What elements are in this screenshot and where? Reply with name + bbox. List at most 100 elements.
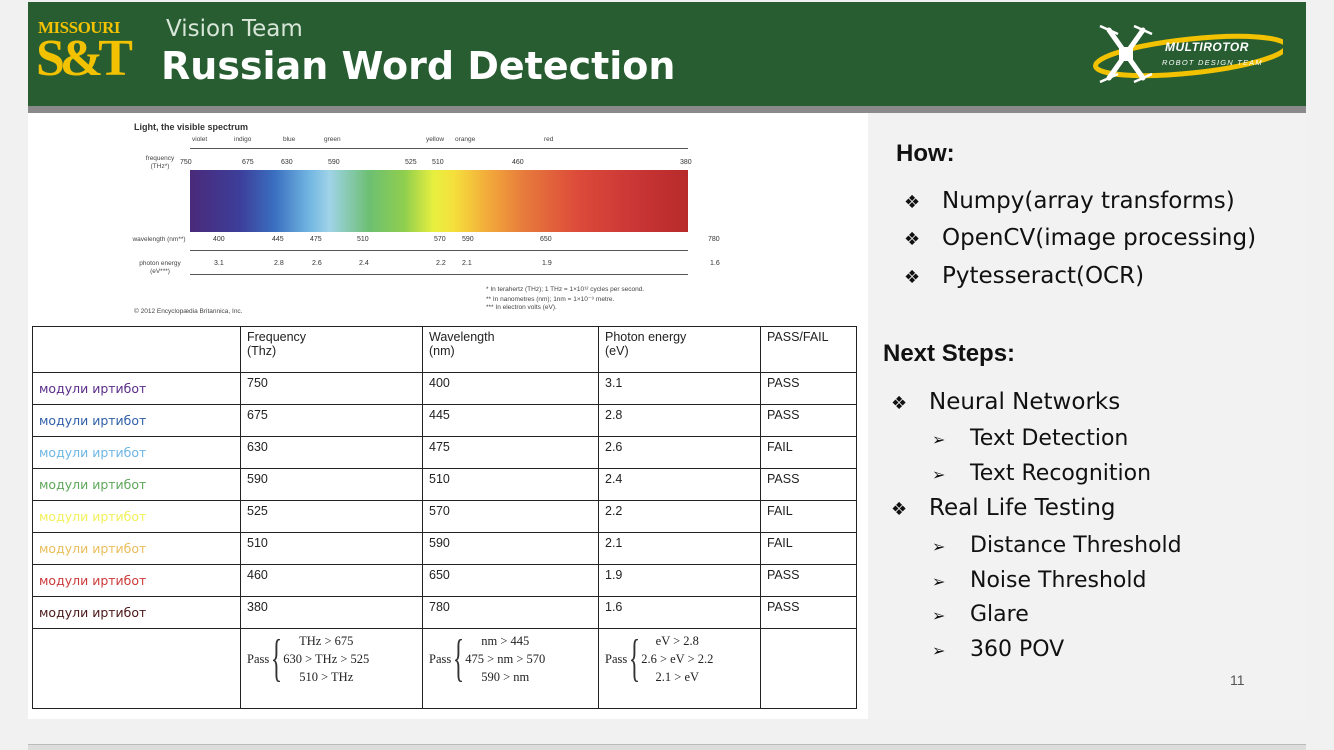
next-step-subitem: ➢ Noise Threshold: [932, 568, 1146, 593]
wavelength-value: 590: [462, 236, 474, 243]
table-header-row: Frequency (Thz) Wavelength (nm) Photon e…: [32, 326, 857, 373]
subitem-label: Text Detection: [970, 426, 1129, 451]
spectrum-color-label: violet: [192, 136, 208, 143]
condition-line: 630 > THz > 525: [283, 652, 370, 666]
wavelength-value: 650: [540, 236, 552, 243]
spectrum-color-label: yellow: [426, 136, 445, 143]
table-row: модули иртибот 460 650 1.9 PASS: [32, 564, 857, 597]
next-step-subitem: ➢ Text Detection: [932, 426, 1128, 451]
frequency-cell: 525: [240, 500, 423, 533]
photon-energy-cell: 1.6: [598, 596, 761, 629]
spectrum-color-label: green: [324, 136, 341, 143]
next-step-subitem: ➢ 360 POV: [932, 637, 1064, 662]
wavelength-axis-line: [190, 250, 688, 251]
energy-value: 2.8: [274, 260, 284, 267]
team-logo-tagline: ROBOT DESIGN TEAM: [1162, 58, 1263, 67]
slide-title: Russian Word Detection: [161, 44, 676, 88]
energy-value: 2.4: [359, 260, 369, 267]
table-row: модули иртибот 750 400 3.1 PASS: [32, 372, 857, 405]
frequency-cell: 460: [240, 564, 423, 597]
pass-fail-cell: PASS: [760, 404, 857, 437]
table-row: модули иртибот 675 445 2.8 PASS: [32, 404, 857, 437]
frequency-cell: 630: [240, 436, 423, 469]
subitem-label: Noise Threshold: [970, 568, 1147, 593]
spectrum-color-label: red: [544, 136, 554, 143]
table-row: модули иртибот 630 475 2.6 FAIL: [32, 436, 857, 469]
next-step-label: Neural Networks: [929, 389, 1121, 415]
energy-value: 2.2: [436, 260, 446, 267]
energy-value: 2.6: [312, 260, 322, 267]
table-row: модули иртибот 380 780 1.6 PASS: [32, 596, 857, 629]
table-row: модули иртибот 590 510 2.4 PASS: [32, 468, 857, 501]
russian-word-cell: модули иртибот: [32, 404, 241, 437]
energy-value: 2.1: [462, 260, 472, 267]
pass-fail-cell: PASS: [760, 372, 857, 405]
pass-label: Pass: [247, 651, 270, 666]
visible-spectrum-figure: Light, the visible spectrum violet indig…: [128, 120, 719, 318]
photon-energy-cell: 3.1: [598, 372, 761, 405]
russian-word-cell: модули иртибот: [32, 500, 241, 533]
brace-glyph: {: [453, 630, 465, 687]
how-item-label: Numpy(array transforms): [942, 188, 1235, 214]
slide: MISSOURI S&T Vision Team Russian Word De…: [28, 2, 1306, 719]
page-number: 11: [1230, 672, 1245, 688]
arrow-bullet-icon: ➢: [932, 606, 946, 625]
table-header-cell: Photon energy (eV): [598, 326, 761, 373]
frequency-axis-line: [190, 148, 688, 149]
table-row: модули иртибот 525 570 2.2 FAIL: [32, 500, 857, 533]
pass-fail-cell: PASS: [760, 564, 857, 597]
wavelength-cell: 570: [422, 500, 599, 533]
energy-value: 3.1: [214, 260, 224, 267]
wavelength-cell: 590: [422, 532, 599, 565]
pass-conditions-row: Pass { THz > 675 630 > THz > 525 510 > T…: [32, 628, 857, 709]
frequency-value: 380: [680, 159, 692, 166]
arrow-bullet-icon: ➢: [932, 537, 946, 556]
frequency-cell: 590: [240, 468, 423, 501]
spectrum-footnote: ** In nanometres (nm); 1nm = 1×10⁻⁹ metr…: [486, 296, 615, 303]
wavelength-cell: 475: [422, 436, 599, 469]
condition-line: 2.1 > eV: [655, 670, 700, 684]
word-detection-table: Frequency (Thz) Wavelength (nm) Photon e…: [32, 326, 857, 709]
next-step-subitem: ➢ Glare: [932, 602, 1029, 627]
frequency-cell: 380: [240, 596, 423, 629]
table-header-cell: Wavelength (nm): [422, 326, 599, 373]
arrow-bullet-icon: ➢: [932, 572, 946, 591]
pass-label: Pass: [605, 651, 628, 666]
bullet-diamond-icon: ❖: [904, 229, 921, 250]
spectrum-footnote: *** In electron volts (eV).: [486, 304, 557, 311]
energy-value: 1.6: [710, 260, 720, 267]
wavelength-value: 570: [434, 236, 446, 243]
wavelength-pass-condition: Pass { nm > 445 475 > nm > 570 590 > nm: [422, 628, 599, 709]
bullet-diamond-icon: ❖: [891, 393, 908, 414]
wavelength-cell: 445: [422, 404, 599, 437]
wavelength-value: 445: [272, 236, 284, 243]
header-divider: [28, 106, 1306, 113]
team-logo-name: MULTIROTOR: [1165, 40, 1249, 54]
next-step-subitem: ➢ Text Recognition: [932, 461, 1151, 486]
subitem-label: Text Recognition: [970, 461, 1152, 486]
wavelength-cell: 510: [422, 468, 599, 501]
university-logo: MISSOURI S&T: [36, 18, 133, 90]
wavelength-cell: 400: [422, 372, 599, 405]
pass-fail-cell: PASS: [760, 596, 857, 629]
how-item-label: Pytesseract(OCR): [942, 263, 1145, 289]
wavelength-cell: 780: [422, 596, 599, 629]
frequency-value: 510: [432, 159, 444, 166]
header-bar: MISSOURI S&T Vision Team Russian Word De…: [28, 2, 1306, 106]
subitem-label: 360 POV: [970, 637, 1065, 662]
frequency-value: 590: [328, 159, 340, 166]
russian-word-cell: модули иртибот: [32, 468, 241, 501]
frequency-pass-condition: Pass { THz > 675 630 > THz > 525 510 > T…: [240, 628, 423, 709]
table-header-cell: PASS/FAIL: [760, 326, 857, 373]
how-item: ❖ Numpy(array transforms): [904, 188, 1235, 214]
russian-word-cell: модули иртибот: [32, 436, 241, 469]
russian-word-cell: модули иртибот: [32, 564, 241, 597]
frequency-value: 675: [242, 159, 254, 166]
spectrum-color-label: orange: [455, 136, 476, 143]
bullet-diamond-icon: ❖: [904, 192, 921, 213]
condition-line: nm > 445: [481, 634, 530, 648]
condition-line: 590 > nm: [481, 670, 530, 684]
brace-glyph: {: [629, 630, 641, 687]
pass-label: Pass: [429, 651, 452, 666]
condition-line: THz > 675: [299, 634, 354, 648]
